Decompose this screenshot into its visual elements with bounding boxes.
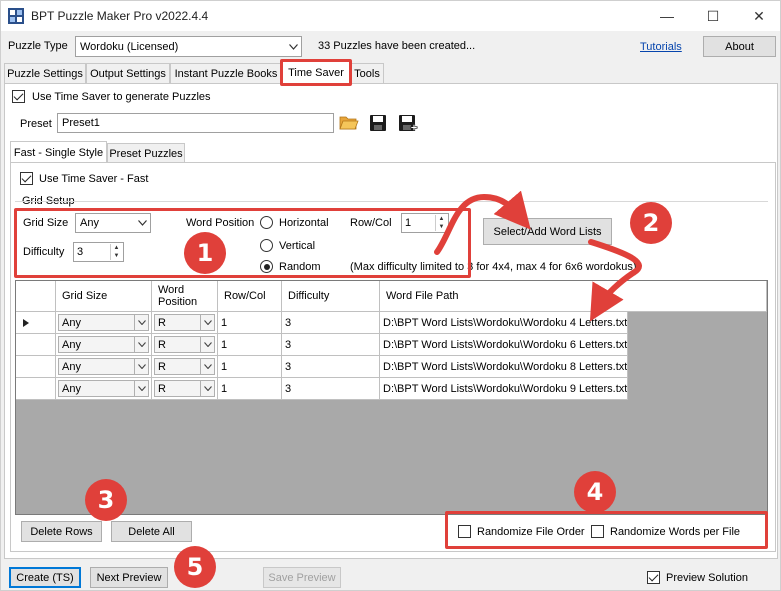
step-badge-1: 1: [184, 232, 226, 274]
arrow-to-word-lists-button: [434, 190, 531, 255]
arrow-to-file-path-column: [588, 239, 642, 322]
app-window: BPT Puzzle Maker Pro v2022.4.4 — ☐ ✕ Puz…: [0, 0, 781, 591]
step-badge-3: 3: [85, 479, 127, 521]
step-badge-2: 2: [630, 202, 672, 244]
step-badge-5: 5: [174, 546, 216, 588]
step-badge-4: 4: [574, 471, 616, 513]
